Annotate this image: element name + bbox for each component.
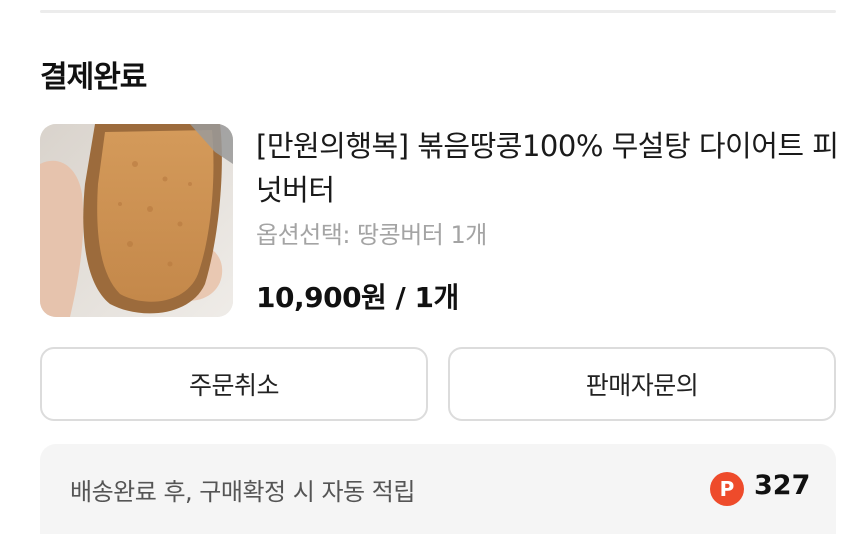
order-status-title: 결제완료 [40,60,147,95]
points-value: 327 [754,470,811,501]
cancel-order-button[interactable]: 주문취소 [40,347,428,421]
product-option: 옵션선택: 땅콩버터 1개 [256,221,487,249]
product-price: 10,900원 / 1개 [256,281,459,314]
points-description: 배송완료 후, 구매확정 시 자동 적립 [70,478,415,506]
peanut-butter-photo-icon [40,124,233,317]
seller-inquiry-button[interactable]: 판매자문의 [448,347,836,421]
top-divider [40,10,836,13]
product-name[interactable]: [만원의행복] 볶음땅콩100% 무설탕 다이어트 피넛버터 [256,124,846,212]
reward-points-panel: 배송완료 후, 구매확정 시 자동 적립 P 327 [40,444,836,534]
points-icon: P [710,472,744,506]
product-image[interactable] [40,124,233,317]
